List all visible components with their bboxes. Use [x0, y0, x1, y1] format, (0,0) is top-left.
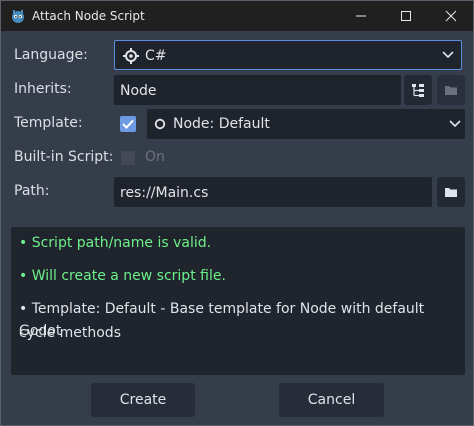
message-path-valid: • Script path/name is valid.: [19, 235, 212, 251]
csharp-icon: [123, 48, 139, 64]
validation-panel: • Script path/name is valid. • Will crea…: [11, 227, 465, 375]
builtin-script-state: On: [145, 149, 165, 165]
message-create-file: • Will create a new script file.: [19, 268, 226, 284]
maximize-button[interactable]: [383, 1, 428, 31]
close-button[interactable]: [428, 1, 473, 31]
template-checkbox[interactable]: [120, 116, 136, 132]
language-value: C#: [145, 48, 167, 64]
builtin-script-checkbox[interactable]: [121, 151, 135, 165]
window-title: Attach Node Script: [32, 9, 145, 23]
builtin-script-label: Built-in Script:: [14, 149, 114, 165]
path-browse-button[interactable]: [437, 177, 465, 207]
godot-icon: [12, 10, 24, 23]
template-label: Template:: [14, 115, 83, 131]
template-value: Node: Default: [173, 116, 270, 132]
checkmark-icon: [122, 119, 134, 129]
close-icon: [445, 10, 457, 22]
inherits-folder-button[interactable]: [437, 75, 465, 105]
inherits-label: Inherits:: [14, 81, 72, 97]
path-label: Path:: [14, 183, 50, 199]
title-bar[interactable]: Attach Node Script: [1, 1, 473, 31]
node-icon: [154, 118, 166, 130]
minimize-button[interactable]: [338, 1, 383, 31]
maximize-icon: [401, 11, 411, 21]
create-button[interactable]: Create: [91, 383, 195, 417]
minimize-icon: [356, 15, 366, 17]
attach-node-script-dialog: Attach Node Script Language: C# Inherits…: [0, 0, 474, 426]
message-template-line2: cycle methods: [19, 325, 121, 341]
chevron-down-icon: [449, 120, 461, 128]
cancel-button[interactable]: Cancel: [279, 383, 384, 417]
template-dropdown[interactable]: Node: Default: [147, 109, 465, 139]
folder-icon: [445, 86, 457, 95]
path-value: res://Main.cs: [120, 185, 209, 201]
inherits-field[interactable]: Node: [114, 75, 401, 105]
inherits-tree-button[interactable]: [404, 75, 432, 105]
language-label: Language:: [14, 47, 88, 63]
folder-icon: [445, 188, 457, 197]
inherits-value: Node: [120, 83, 157, 99]
chevron-down-icon: [442, 51, 454, 59]
tree-icon: [412, 84, 424, 97]
language-dropdown[interactable]: C#: [114, 40, 462, 70]
path-input[interactable]: res://Main.cs: [114, 177, 432, 207]
